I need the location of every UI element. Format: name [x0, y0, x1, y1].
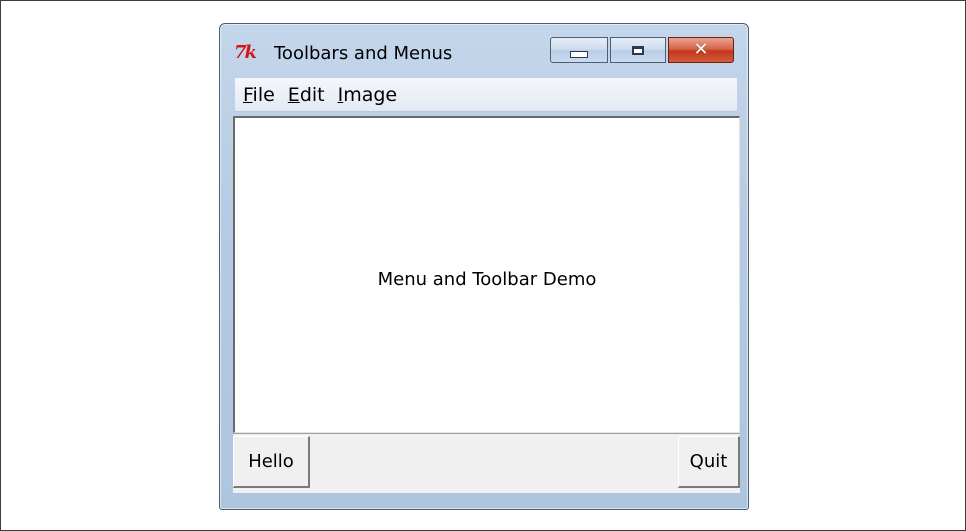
window-title: Toolbars and Menus [274, 43, 453, 64]
maximize-icon [632, 45, 644, 55]
menu-edit[interactable]: Edit [288, 84, 325, 106]
menu-edit-label: dit [299, 83, 325, 106]
minimize-button[interactable] [550, 37, 608, 63]
app-window: 7k Toolbars and Menus ✕ File Edit Image … [219, 23, 749, 510]
menu-file-mnemonic: F [243, 83, 253, 106]
menu-bar: File Edit Image [235, 78, 737, 112]
canvas-area[interactable]: Menu and Toolbar Demo [233, 116, 740, 433]
menu-edit-mnemonic: E [287, 83, 300, 106]
maximize-button[interactable] [610, 37, 666, 63]
toolbar: Hello Quit [233, 433, 740, 493]
menu-image[interactable]: Image [338, 84, 398, 106]
title-bar[interactable]: 7k Toolbars and Menus ✕ [220, 24, 748, 74]
hello-button[interactable]: Hello [233, 436, 310, 488]
menu-image-label: mage [343, 83, 398, 106]
close-icon: ✕ [693, 39, 709, 60]
menu-file-label: ile [252, 83, 275, 106]
quit-button[interactable]: Quit [678, 436, 740, 488]
canvas-label: Menu and Toolbar Demo [377, 269, 597, 290]
minimize-icon [570, 50, 588, 58]
menu-file[interactable]: File [243, 84, 275, 106]
close-button[interactable]: ✕ [668, 37, 734, 63]
tk-feather-icon: 7k [234, 42, 257, 63]
